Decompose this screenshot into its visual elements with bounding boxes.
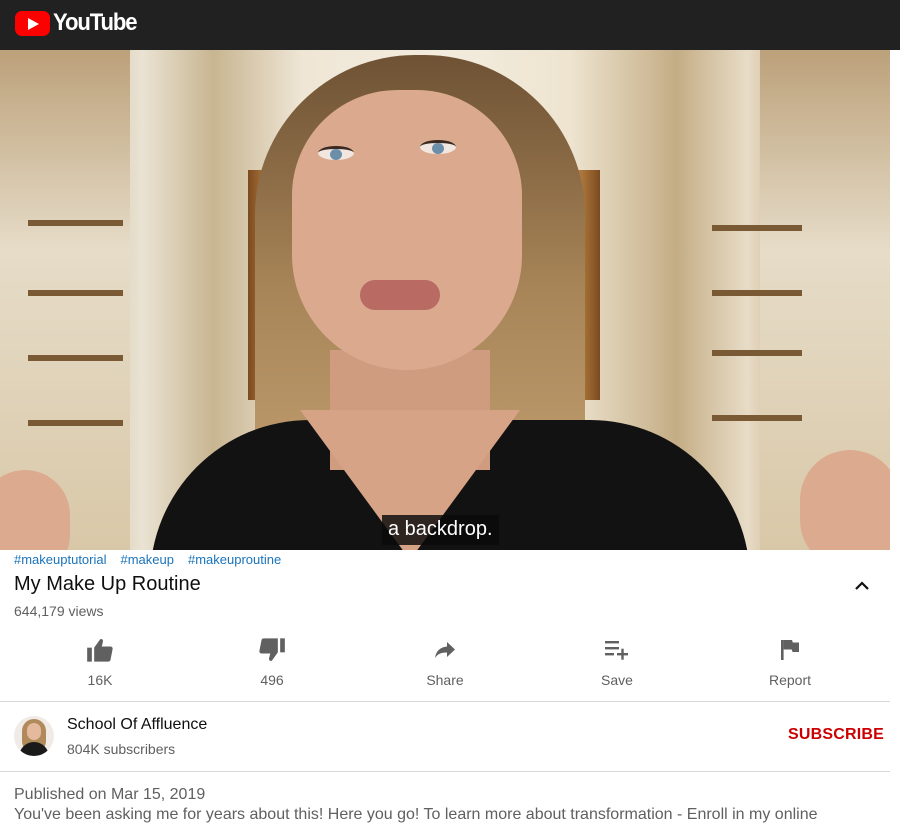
subscriber-count: 804K subscribers (67, 741, 176, 757)
presenter-eye (420, 140, 456, 154)
chevron-up-icon (855, 581, 869, 590)
save-button[interactable]: Save (557, 628, 677, 700)
action-bar: 16K 496 Share Save Report (0, 628, 890, 700)
top-app-bar: YouTube (0, 0, 900, 50)
dislike-button[interactable]: 496 (212, 628, 332, 700)
report-label: Report (768, 672, 812, 688)
shelf (712, 415, 802, 421)
presenter-mouth (360, 280, 440, 310)
shelf (28, 420, 123, 426)
share-button[interactable]: Share (385, 628, 505, 700)
report-button[interactable]: Report (730, 628, 850, 700)
video-player[interactable]: a backdrop. (0, 50, 890, 550)
add-to-playlist-icon (605, 641, 628, 660)
shelf (28, 355, 123, 361)
avatar-face (27, 723, 41, 740)
shelf (712, 225, 802, 231)
hashtag-link[interactable]: #makeuptutorial (14, 552, 107, 567)
youtube-logo[interactable]: YouTube (15, 9, 144, 37)
shelf (28, 290, 123, 296)
share-arrow-icon (435, 642, 455, 658)
share-label: Share (426, 672, 464, 688)
shelf (712, 290, 802, 296)
presenter-face (292, 90, 522, 370)
collapse-description-button[interactable] (850, 574, 874, 598)
like-button[interactable]: 16K (40, 628, 160, 700)
like-count: 16K (87, 672, 113, 688)
divider (0, 701, 890, 702)
description-text: You've been asking me for years about th… (14, 806, 818, 823)
closed-caption: a backdrop. (382, 515, 499, 545)
save-label: Save (601, 672, 633, 688)
hashtag-list: #makeuptutorial #makeup #makeuproutine (14, 552, 281, 567)
subscribe-button[interactable]: SUBSCRIBE (788, 726, 884, 744)
video-title: My Make Up Routine (14, 573, 201, 595)
shelf (28, 220, 123, 226)
presenter-hand (800, 450, 890, 550)
channel-avatar[interactable] (14, 716, 54, 756)
play-logo-icon (15, 10, 50, 36)
logo-wordmark: YouTube (53, 9, 138, 36)
publish-date: Published on Mar 15, 2019 (14, 786, 206, 803)
dislike-count: 496 (260, 672, 284, 688)
presenter-eye (318, 146, 354, 160)
view-count: 644,179 views (14, 603, 104, 619)
shelf (712, 350, 802, 356)
divider (0, 771, 890, 772)
flag-icon (781, 640, 799, 660)
thumbs-down-icon (259, 638, 285, 661)
hashtag-link[interactable]: #makeup (121, 552, 174, 567)
channel-name[interactable]: School Of Affluence (67, 716, 207, 734)
hashtag-link[interactable]: #makeuproutine (188, 552, 281, 567)
thumbs-up-icon (87, 639, 113, 662)
